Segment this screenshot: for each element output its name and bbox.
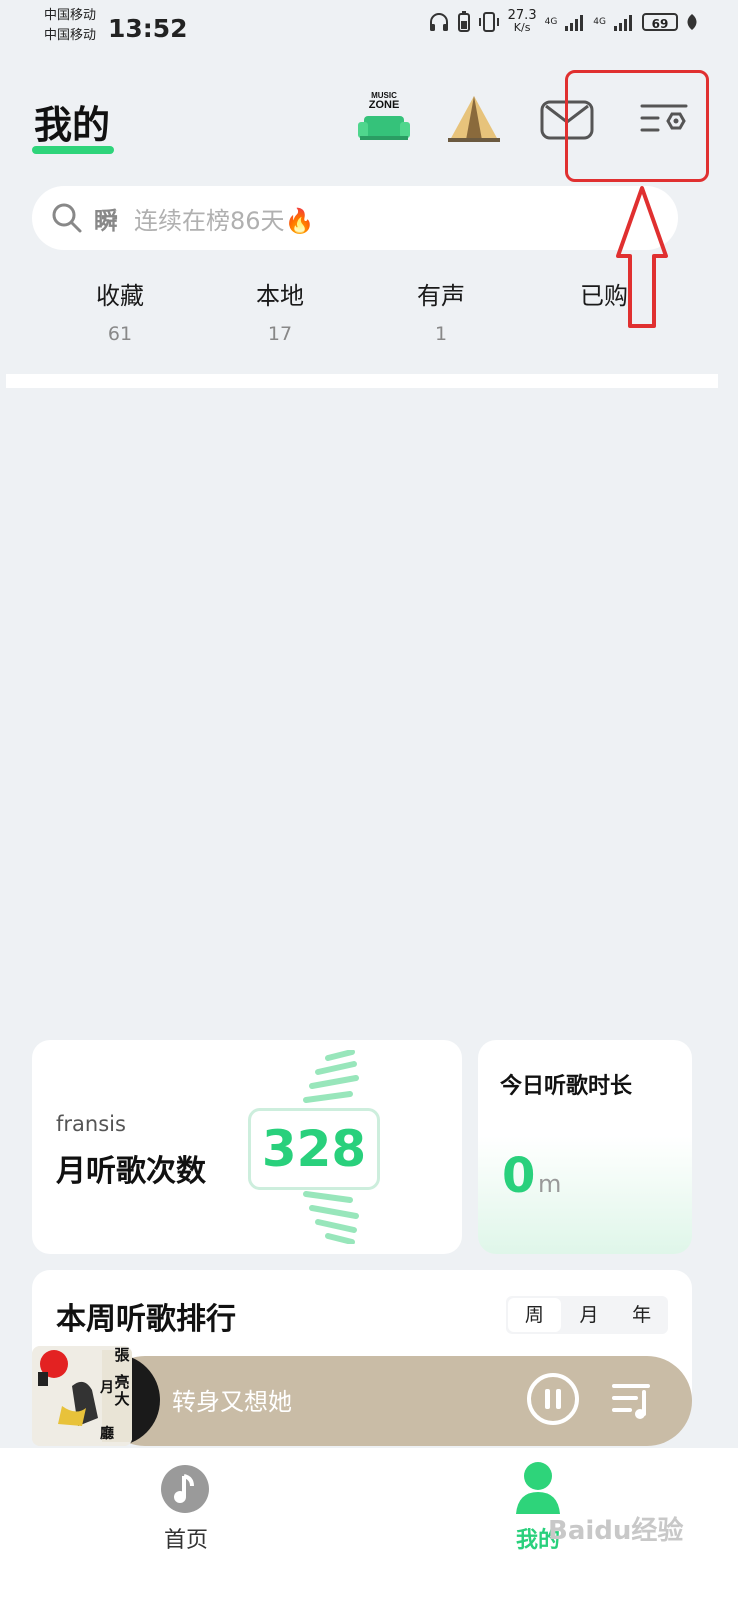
monthly-listen-count: 328	[248, 1108, 380, 1190]
today-listen-unit: m	[538, 1170, 562, 1198]
annotation-up-arrow-icon	[616, 186, 668, 328]
search-hot-keyword: 瞬	[94, 206, 118, 235]
svg-text:ZONE: ZONE	[369, 99, 400, 111]
today-listen-value: 0	[502, 1148, 536, 1204]
clock: 13:52	[108, 14, 188, 43]
category-count: 61	[107, 323, 133, 345]
search-icon	[52, 203, 82, 233]
battery-indicator: 69	[642, 13, 678, 31]
leaf-icon	[687, 14, 697, 30]
signal-2-icon	[614, 15, 632, 31]
pause-button[interactable]	[526, 1372, 580, 1426]
user-profile-icon[interactable]	[514, 1460, 562, 1516]
signal-2-label: 4G	[593, 17, 606, 27]
carrier-1: 中国移动	[44, 8, 97, 23]
monthly-listen-label: 月听歌次数	[56, 1154, 206, 1189]
search-placeholder: 连续在榜86天🔥	[134, 206, 315, 235]
tab-week[interactable]: 周	[508, 1298, 561, 1332]
search-bar[interactable]: 瞬 连续在榜86天🔥	[32, 186, 678, 250]
category-label: 本地	[256, 282, 304, 310]
signal-1-icon	[565, 15, 584, 31]
annotation-box	[565, 70, 709, 182]
nav-home-label[interactable]: 首页	[164, 1522, 208, 1554]
category-favorites[interactable]: 收藏 61	[60, 276, 180, 345]
username: fransis	[56, 1112, 126, 1136]
tab-year[interactable]: 年	[615, 1296, 668, 1334]
status-icons: 27.3 K/s 4G 4G 69	[428, 8, 698, 34]
music-zone-icon[interactable]: MUSIC ZONE	[352, 88, 416, 148]
playlist-icon[interactable]	[610, 1378, 654, 1422]
today-listen-label: 今日听歌时长	[500, 1074, 633, 1099]
divider	[6, 374, 718, 388]
category-local[interactable]: 本地 17	[220, 276, 340, 345]
album-cover-text-2: 月 廳	[100, 1380, 114, 1442]
title-underline	[32, 146, 114, 154]
album-cover-text: 張 亮 大	[114, 1346, 130, 1408]
category-label: 有声	[417, 282, 465, 310]
category-label: 收藏	[96, 282, 144, 310]
weekly-rank-title: 本周听歌排行	[56, 1302, 236, 1337]
page-title: 我的	[34, 103, 111, 147]
album-cover[interactable]: 張 亮 大 月 廳	[32, 1346, 132, 1446]
home-music-icon[interactable]	[160, 1464, 210, 1514]
now-playing-title[interactable]: 转身又想她	[172, 1382, 292, 1417]
category-audio[interactable]: 有声 1	[381, 276, 501, 345]
tab-month[interactable]: 月	[563, 1296, 616, 1334]
rank-period-switch: 周 月 年	[506, 1296, 668, 1334]
signal-1-label: 4G	[544, 17, 558, 27]
headphones-icon	[429, 13, 448, 31]
vibrate-icon	[478, 12, 499, 32]
carrier-2: 中国移动	[44, 28, 97, 43]
watermark: Baidu经验	[548, 1516, 684, 1546]
tent-icon[interactable]	[442, 88, 506, 148]
category-count: 17	[267, 323, 293, 345]
battery-saver-icon	[457, 11, 470, 32]
category-count: 1	[434, 323, 448, 345]
net-speed: 27.3 K/s	[507, 8, 537, 34]
